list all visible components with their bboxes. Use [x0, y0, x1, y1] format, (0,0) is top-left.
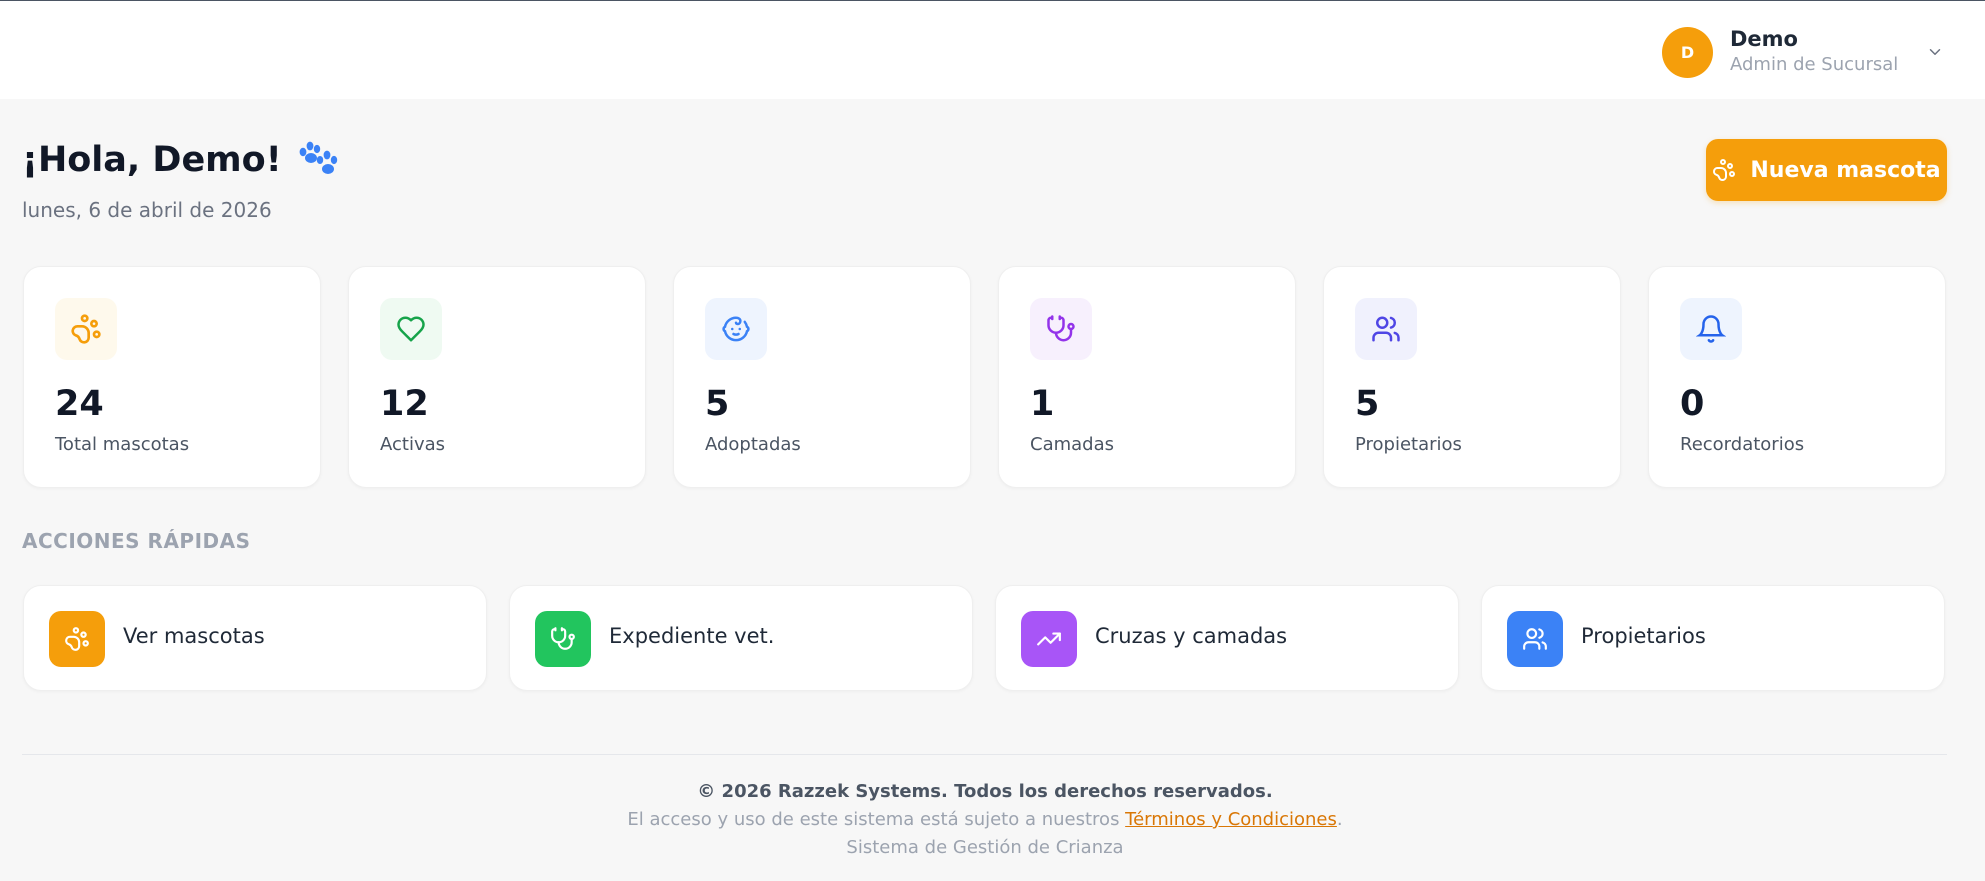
paw-icon [49, 611, 105, 667]
stat-label: Total mascotas [55, 434, 190, 455]
quick-action-breeding[interactable]: Cruzas y camadas [995, 585, 1459, 691]
quick-action-label: Expediente vet. [609, 624, 775, 648]
bell-icon [1680, 298, 1742, 360]
stat-card-adopted[interactable]: 5 Adoptadas [673, 266, 971, 488]
stat-label: Activas [380, 434, 446, 455]
footer-terms-suffix: . [1336, 809, 1343, 830]
footer-divider [22, 754, 1947, 755]
stat-value: 5 [1355, 384, 1380, 424]
users-icon [1355, 298, 1417, 360]
quick-action-label: Ver mascotas [123, 624, 265, 648]
chevron-down-icon[interactable] [1926, 42, 1946, 62]
stat-value: 1 [1030, 384, 1055, 424]
footer-copyright: © 2026 Razzek Systems. Todos los derecho… [697, 781, 1273, 802]
avatar: D [1662, 26, 1713, 78]
stat-card-active[interactable]: 12 Activas [348, 266, 646, 488]
stat-value: 5 [705, 384, 730, 424]
user-menu[interactable]: D Demo Admin de Sucursal [1662, 26, 1946, 78]
stat-value: 24 [55, 384, 104, 424]
top-bar: D Demo Admin de Sucursal [0, 1, 1985, 99]
quick-action-vet-record[interactable]: Expediente vet. [509, 585, 973, 691]
stethoscope-icon [535, 611, 591, 667]
stat-card-owners[interactable]: 5 Propietarios [1323, 266, 1621, 488]
stat-label: Recordatorios [1680, 434, 1805, 455]
quick-action-label: Cruzas y camadas [1095, 624, 1288, 648]
user-name: Demo [1730, 27, 1798, 51]
user-info: Demo Admin de Sucursal [1730, 27, 1898, 77]
stat-label: Propietarios [1355, 434, 1462, 455]
paw-icon [1712, 158, 1736, 182]
quick-action-owners[interactable]: Propietarios [1481, 585, 1945, 691]
new-pet-button[interactable]: Nueva mascota [1706, 139, 1947, 201]
stat-value: 12 [380, 384, 429, 424]
paw-icon [55, 298, 117, 360]
baby-face-icon [705, 298, 767, 360]
quick-action-label: Propietarios [1581, 624, 1706, 648]
footer-terms: El acceso y uso de este sistema está suj… [0, 809, 1970, 830]
stat-label: Adoptadas [705, 434, 801, 455]
stethoscope-icon [1030, 298, 1092, 360]
user-role: Admin de Sucursal [1730, 54, 1899, 75]
greeting-text: ¡Hola, Demo! [22, 140, 282, 180]
stat-label: Camadas [1030, 434, 1114, 455]
heart-icon [380, 298, 442, 360]
stat-card-reminders[interactable]: 0 Recordatorios [1648, 266, 1946, 488]
footer-terms-prefix: El acceso y uso de este sistema está suj… [627, 809, 1126, 830]
stat-card-total-pets[interactable]: 24 Total mascotas [23, 266, 321, 488]
new-pet-button-label: Nueva mascota [1750, 157, 1941, 183]
current-date: lunes, 6 de abril de 2026 [22, 198, 272, 222]
quick-action-view-pets[interactable]: Ver mascotas [23, 585, 487, 691]
quick-actions-title: ACCIONES RÁPIDAS [22, 529, 251, 553]
trending-up-icon [1021, 611, 1077, 667]
page-title: ¡Hola, Demo! [22, 140, 338, 180]
footer-system-name: Sistema de Gestión de Crianza [846, 837, 1124, 858]
terms-link[interactable]: Términos y Condiciones [1125, 809, 1337, 830]
paw-emoji-icon [294, 140, 338, 180]
users-icon [1507, 611, 1563, 667]
stat-card-litters[interactable]: 1 Camadas [998, 266, 1296, 488]
stat-value: 0 [1680, 384, 1705, 424]
